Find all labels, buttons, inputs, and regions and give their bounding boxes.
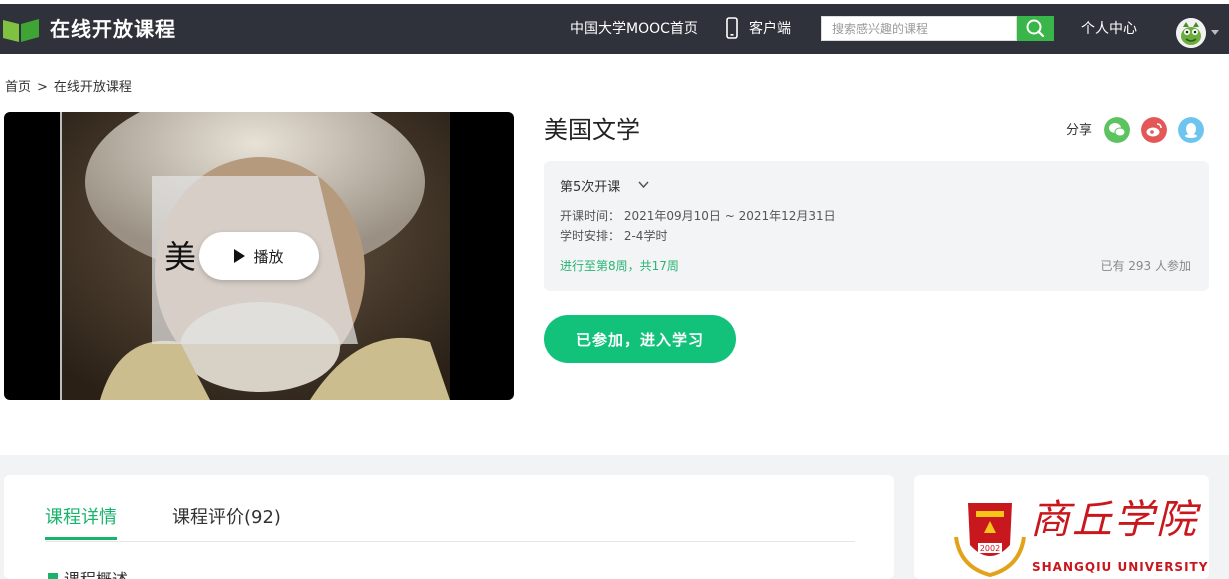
open-book-logo-icon[interactable] [3,16,39,42]
avatar-character-icon [1176,18,1206,48]
school-card[interactable]: 2002 商丘学院 SHANGQIU UNIVERSITY [914,475,1209,579]
chevron-down-icon[interactable] [1211,30,1219,35]
course-title: 美国文学 [544,116,640,144]
active-tab-indicator [45,537,117,540]
wechat-icon[interactable] [1104,117,1130,143]
course-progress: 进行至第8周，共17周 [560,259,679,273]
breadcrumb: 首页 > 在线开放课程 [5,79,138,97]
mooc-home-link[interactable]: 中国大学MOOC首页 [570,19,698,39]
section-marker [48,573,58,579]
workload-line: 学时安排： 2-4学时 [560,228,667,244]
course-detail-panel: 课程详情 课程评价(92) 课程概述 [4,475,894,579]
play-button[interactable]: 播放 [199,232,319,280]
school-emblem-icon: 2002 [954,503,1026,578]
user-avatar[interactable] [1176,18,1206,48]
term-selector[interactable]: 第5次开课 [560,179,620,197]
enter-learning-button[interactable]: 已参加，进入学习 [544,315,736,363]
breadcrumb-separator: > [37,80,48,95]
search-field [821,16,1017,41]
workload-value: 2-4学时 [623,229,668,243]
breadcrumb-current[interactable]: 在线开放课程 [54,80,132,95]
site-name[interactable]: 在线开放课程 [50,16,176,42]
schedule-value: 2021年09月10日 ~ 2021年12月31日 [623,209,836,223]
enrolled-count: 已有 293 人参加 [1100,259,1191,273]
schedule-label: 开课时间： [560,209,621,223]
course-video-player[interactable]: 美 播放 [4,112,514,400]
course-info-card: 第5次开课 开课时间： 2021年09月10日 ~ 2021年12月31日 学时… [544,161,1209,291]
tab-divider [45,541,855,542]
school-name-cn: 商丘学院 [1030,497,1198,543]
personal-center-link[interactable]: 个人中心 [1081,19,1137,39]
client-app-link[interactable]: 客户端 [749,19,791,39]
tab-course-reviews[interactable]: 课程评价(92) [172,505,281,531]
school-name-en: SHANGQIU UNIVERSITY [1032,560,1209,574]
book-cover-glyph: 美 [164,238,197,276]
play-icon [234,249,246,263]
share-label: 分享 [1066,123,1093,138]
emblem-year: 2002 [980,544,1000,553]
schedule-line: 开课时间： 2021年09月10日 ~ 2021年12月31日 [560,208,836,224]
qq-icon[interactable] [1178,117,1204,143]
weibo-icon[interactable] [1141,117,1167,143]
mobile-phone-icon[interactable] [726,17,738,39]
top-navigation-bar: 在线开放课程 中国大学MOOC首页 客户端 个人中心 [0,4,1229,54]
section-heading: 课程概述 [64,571,128,579]
search-icon [1026,19,1045,38]
play-label: 播放 [253,247,284,266]
breadcrumb-home[interactable]: 首页 [5,80,31,95]
workload-label: 学时安排： [560,229,621,243]
search-button[interactable] [1017,16,1054,41]
search-input[interactable] [822,17,1012,40]
tab-course-details[interactable]: 课程详情 [45,505,117,531]
chevron-down-icon[interactable] [638,181,649,189]
